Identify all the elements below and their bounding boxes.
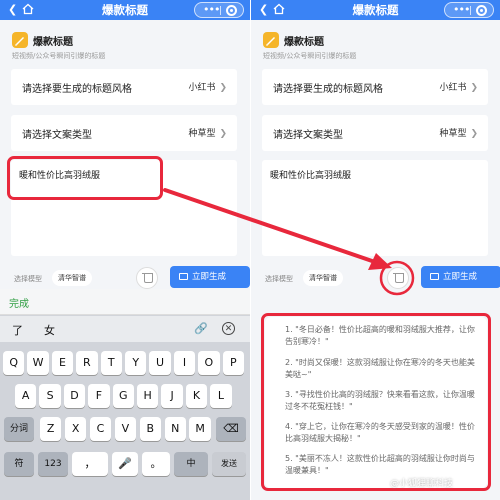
key-l[interactable]: L: [210, 384, 232, 408]
keyword-input[interactable]: 暖和性价比高羽绒服: [262, 160, 488, 256]
chevron-right-icon: ❯: [470, 83, 478, 93]
pen-icon: [12, 32, 28, 48]
key-e[interactable]: E: [51, 351, 74, 375]
keyword-text: 暖和性价比高羽绒服: [270, 171, 352, 181]
key-z[interactable]: Z: [40, 417, 62, 441]
link-icon[interactable]: 🔗: [194, 322, 208, 335]
close-circle-icon[interactable]: ✕: [222, 322, 235, 335]
title-bar: ❮ 爆款标题 •••: [0, 0, 250, 20]
keyboard-toolbar: 完成: [0, 289, 250, 315]
key-i[interactable]: I: [173, 351, 196, 375]
key-s[interactable]: S: [39, 384, 61, 408]
type-label: 请选择文案类型: [273, 130, 343, 141]
miniapp-capsule[interactable]: •••: [194, 2, 244, 18]
key-g[interactable]: G: [112, 384, 134, 408]
model-label: 选择模型: [265, 275, 293, 283]
key-q[interactable]: Q: [3, 351, 25, 375]
backspace-key[interactable]: ⌫: [216, 417, 246, 441]
title-bar: ❮ 爆款标题 •••: [251, 0, 500, 20]
period-key[interactable]: 。: [142, 452, 170, 476]
close-miniapp-icon[interactable]: [226, 5, 237, 16]
chevron-right-icon: ❯: [219, 83, 227, 93]
segment-key[interactable]: 分词: [4, 417, 34, 441]
mic-icon[interactable]: 🎤: [112, 452, 138, 476]
candidate-2[interactable]: 女: [44, 322, 55, 338]
more-icon[interactable]: •••: [453, 4, 470, 16]
style-label: 请选择要生成的标题风格: [273, 84, 383, 95]
number-key[interactable]: 123: [38, 452, 68, 476]
key-y[interactable]: Y: [125, 351, 147, 375]
style-value: 小红书: [188, 83, 216, 93]
miniapp-capsule[interactable]: •••: [444, 2, 494, 18]
keyboard: 完成 了 女 🔗 ✕ QWERTYUIOP ASDFGHJKL 分词 ZXCVB…: [0, 289, 250, 500]
model-selector[interactable]: 清华智谱: [52, 270, 92, 286]
app-title: 爆款标题: [284, 37, 324, 48]
generate-button[interactable]: 立即生成: [421, 266, 500, 288]
key-k[interactable]: K: [185, 384, 208, 408]
key-n[interactable]: N: [164, 417, 186, 441]
style-selector[interactable]: 请选择要生成的标题风格 小红书 ❯: [11, 69, 237, 105]
input-highlight-box: [7, 156, 163, 200]
key-a[interactable]: A: [15, 384, 37, 408]
key-c[interactable]: C: [89, 417, 112, 441]
key-m[interactable]: M: [189, 417, 211, 441]
key-b[interactable]: B: [139, 417, 161, 441]
key-r[interactable]: R: [76, 351, 98, 375]
key-w[interactable]: W: [27, 351, 49, 375]
language-key[interactable]: 中: [174, 452, 208, 476]
more-icon[interactable]: •••: [203, 4, 220, 16]
key-u[interactable]: U: [149, 351, 171, 375]
key-v[interactable]: V: [114, 417, 137, 441]
type-selector[interactable]: 请选择文案类型 种草型 ❯: [262, 115, 488, 151]
chevron-right-icon: ❯: [470, 129, 478, 139]
right-screen: ❮ 爆款标题 ••• 爆款标题 短视频/公众号瞬间引爆的标题 请选择要生成的标题…: [251, 0, 500, 500]
candidate-bar: 了 女 🔗 ✕: [0, 316, 250, 342]
type-label: 请选择文案类型: [22, 130, 92, 141]
app-subtitle: 短视频/公众号瞬间引爆的标题: [263, 52, 357, 60]
key-f[interactable]: F: [88, 384, 110, 408]
pen-icon: [263, 32, 279, 48]
watermark: @小狐狸聊科技: [390, 479, 454, 489]
key-j[interactable]: J: [161, 384, 183, 408]
key-p[interactable]: P: [222, 351, 244, 375]
key-h[interactable]: H: [137, 384, 159, 408]
done-button[interactable]: 完成: [9, 295, 29, 310]
key-d[interactable]: D: [63, 384, 86, 408]
left-screen: ❮ 爆款标题 ••• 爆款标题 短视频/公众号瞬间引爆的标题 请选择要生成的标题…: [0, 0, 250, 500]
style-selector[interactable]: 请选择要生成的标题风格 小红书 ❯: [262, 69, 488, 105]
type-value: 种草型: [439, 129, 467, 139]
model-label: 选择模型: [14, 275, 42, 283]
trash-icon[interactable]: [387, 267, 409, 289]
trash-icon[interactable]: [136, 267, 158, 289]
key-o[interactable]: O: [198, 351, 220, 375]
results-highlight-box: [261, 313, 491, 491]
chat-icon: [430, 273, 439, 280]
symbol-key[interactable]: 符: [4, 452, 34, 476]
chat-icon: [179, 273, 188, 280]
send-key[interactable]: 发送: [212, 452, 246, 476]
style-value: 小红书: [439, 83, 467, 93]
candidate-1[interactable]: 了: [12, 322, 23, 338]
key-t[interactable]: T: [100, 351, 122, 375]
key-x[interactable]: X: [64, 417, 87, 441]
generate-button[interactable]: 立即生成: [170, 266, 250, 288]
type-value: 种草型: [188, 129, 216, 139]
chevron-right-icon: ❯: [219, 129, 227, 139]
comma-key[interactable]: ，: [72, 452, 108, 476]
model-selector[interactable]: 清华智谱: [303, 270, 343, 286]
type-selector[interactable]: 请选择文案类型 种草型 ❯: [11, 115, 237, 151]
app-subtitle: 短视频/公众号瞬间引爆的标题: [12, 52, 106, 60]
app-title: 爆款标题: [33, 37, 73, 48]
style-label: 请选择要生成的标题风格: [22, 84, 132, 95]
close-miniapp-icon[interactable]: [476, 5, 487, 16]
